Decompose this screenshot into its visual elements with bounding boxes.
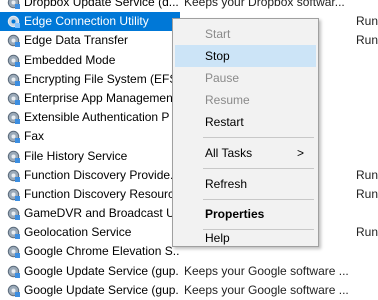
service-name: GameDVR and Broadcast Us <box>24 206 179 221</box>
menu-separator <box>203 199 314 200</box>
gear-service-icon <box>7 54 20 67</box>
gear-service-icon <box>7 92 20 105</box>
service-name: Function Discovery Resourc <box>24 186 175 201</box>
service-name: Dropbox Update Service (d... <box>24 0 179 9</box>
service-row[interactable]: Dropbox Update Service (d... Keeps your … <box>0 0 378 12</box>
menu-item-resume[interactable]: Resume <box>175 89 316 111</box>
service-name-cell[interactable]: Function Discovery Provide.. <box>0 166 180 185</box>
service-status: Run <box>356 33 378 48</box>
gear-service-icon <box>7 265 20 278</box>
service-status: Run <box>356 167 378 182</box>
service-name-cell[interactable]: Encrypting File System (EFS) <box>0 70 180 89</box>
menu-item-restart[interactable]: Restart <box>175 111 316 133</box>
gear-service-icon <box>7 0 20 9</box>
service-name-cell[interactable]: Extensible Authentication P <box>0 108 180 127</box>
service-name-cell[interactable]: Embedded Mode <box>0 51 180 70</box>
service-name-cell[interactable]: Geolocation Service <box>0 223 180 242</box>
menu-separator <box>203 137 314 138</box>
service-name: Function Discovery Provide.. <box>24 167 177 182</box>
service-name-cell[interactable]: Edge Data Transfer <box>0 31 180 50</box>
chevron-right-icon: > <box>296 146 304 160</box>
service-name-cell[interactable]: Dropbox Update Service (d... <box>0 0 180 12</box>
gear-service-icon <box>7 188 20 201</box>
service-name: Geolocation Service <box>24 225 132 240</box>
service-name-cell[interactable]: Google Chrome Elevation S... <box>0 242 180 261</box>
menu-item-label: All Tasks <box>205 146 253 160</box>
service-name-cell[interactable]: Fax <box>0 127 180 146</box>
gear-service-icon <box>7 111 20 125</box>
service-description: Keeps your Google software ... <box>184 263 349 278</box>
service-name: Encrypting File System (EFS) <box>24 71 179 86</box>
service-name-cell[interactable]: Enterprise App Managemen <box>0 89 180 108</box>
service-name: Extensible Authentication P <box>24 110 170 125</box>
gear-service-icon <box>7 15 20 29</box>
menu-item-pause[interactable]: Pause <box>175 67 316 89</box>
service-status: Run <box>356 225 378 240</box>
service-row[interactable]: Google Update Service (gup... Keeps your… <box>0 262 378 281</box>
service-status: Run <box>356 186 378 201</box>
service-name: Fax <box>24 129 45 144</box>
service-name: Edge Connection Utility <box>24 14 149 29</box>
gear-service-icon <box>7 150 20 163</box>
service-name-cell[interactable]: Function Discovery Resourc <box>0 185 180 204</box>
gear-service-icon <box>7 35 20 48</box>
context-menu: Start Stop Pause Resume Restart All Task… <box>172 18 319 247</box>
menu-separator <box>203 229 314 230</box>
menu-item-help[interactable]: Help <box>175 232 316 244</box>
menu-separator <box>203 168 314 169</box>
service-name: Google Chrome Elevation S... <box>24 244 179 259</box>
service-name-cell[interactable]: File History Service <box>0 147 180 166</box>
menu-item-stop[interactable]: Stop <box>175 45 316 67</box>
service-status: Run <box>356 14 378 29</box>
menu-item-all-tasks[interactable]: All Tasks > <box>175 142 316 164</box>
gear-service-icon <box>7 73 20 86</box>
service-name: Embedded Mode <box>24 52 116 67</box>
menu-item-properties[interactable]: Properties <box>175 203 316 225</box>
service-name: Google Update Service (gup... <box>24 263 179 278</box>
service-name-cell[interactable]: Edge Connection Utility <box>0 12 180 32</box>
service-name: Enterprise App Managemen <box>24 90 173 105</box>
gear-service-icon <box>7 169 20 182</box>
service-description: Keeps your Dropbox softwar... <box>184 0 345 9</box>
service-name: Edge Data Transfer <box>24 33 129 48</box>
gear-service-icon <box>7 246 20 259</box>
gear-service-icon <box>7 207 20 221</box>
gear-service-icon <box>7 284 20 297</box>
service-name-cell[interactable]: Google Update Service (gup... <box>0 262 180 281</box>
gear-service-icon <box>7 131 20 144</box>
service-name-cell[interactable]: GameDVR and Broadcast Us <box>0 204 180 223</box>
gear-service-icon <box>7 227 20 240</box>
menu-item-refresh[interactable]: Refresh <box>175 173 316 195</box>
menu-item-start[interactable]: Start <box>175 23 316 45</box>
service-name: File History Service <box>24 148 128 163</box>
